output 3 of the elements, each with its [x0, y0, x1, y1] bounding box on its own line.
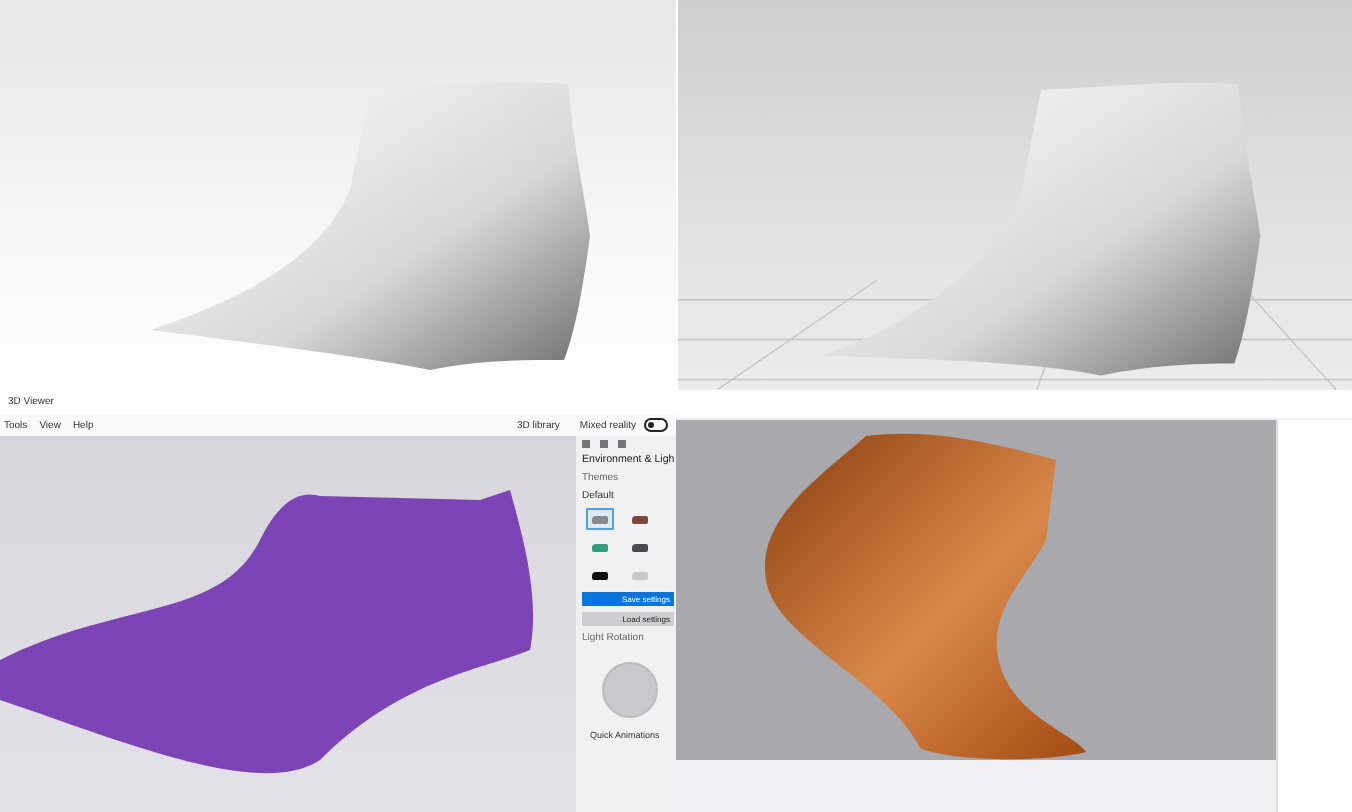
theme-thumbnail[interactable]	[586, 508, 614, 530]
light-rotation-dial[interactable]	[602, 662, 658, 718]
toggle-switch[interactable]	[644, 418, 668, 432]
